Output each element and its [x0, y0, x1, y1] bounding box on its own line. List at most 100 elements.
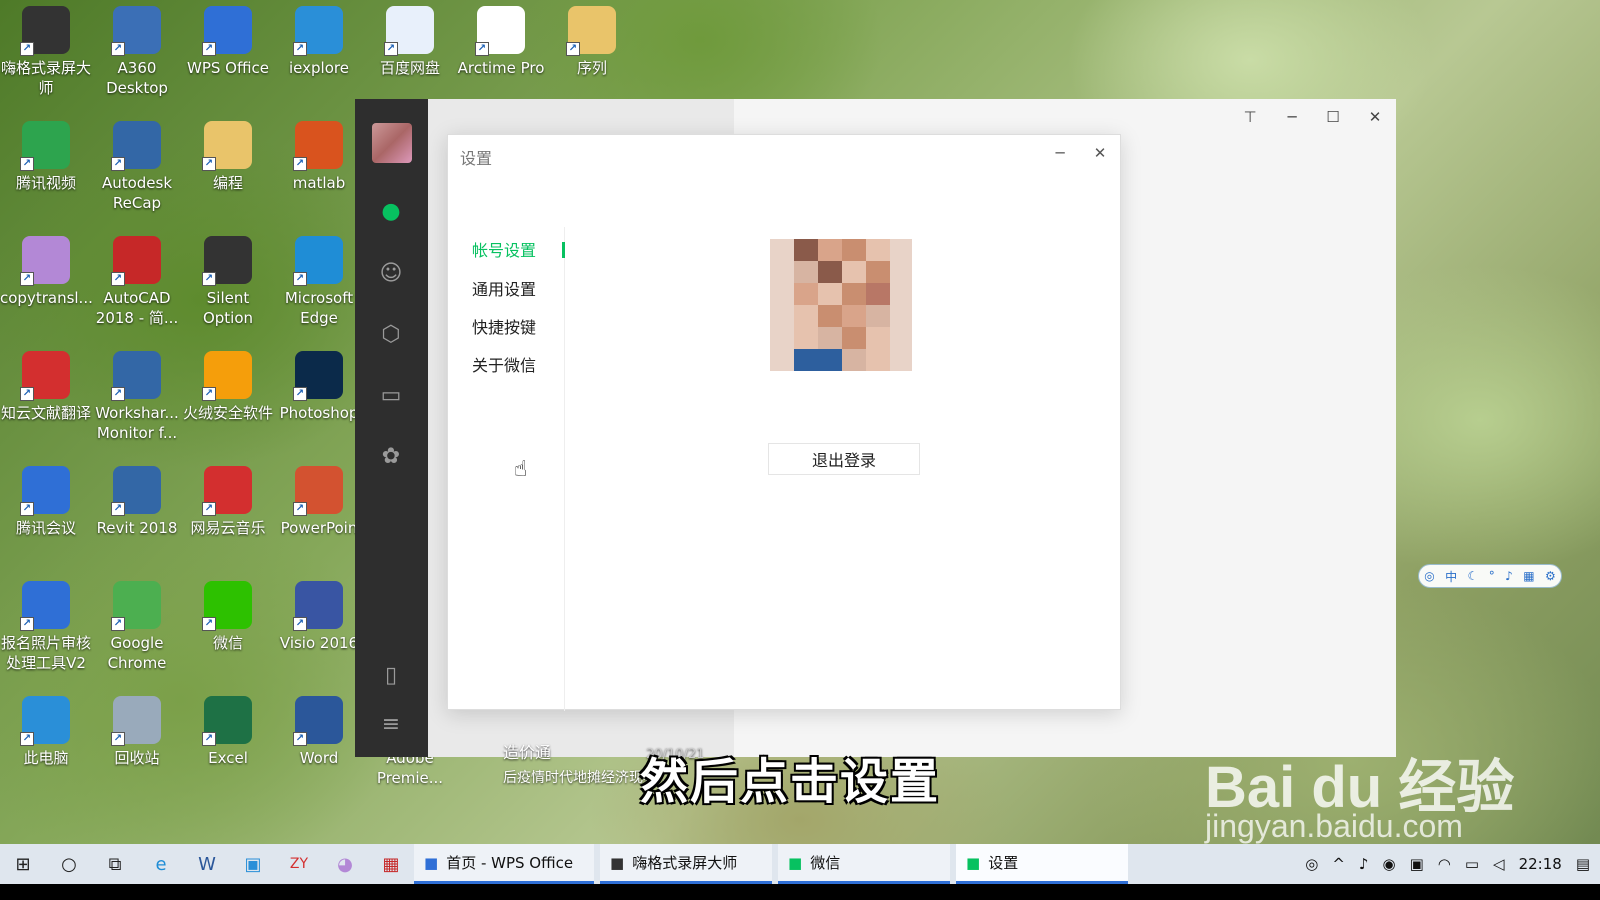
- edge-icon[interactable]: e: [138, 844, 184, 884]
- volume-icon[interactable]: ◁: [1493, 855, 1505, 873]
- system-tray: ◎ ^ ♪ ◉ ▣ ◠ ▭ ◁ 22:18 ▤: [1305, 844, 1590, 884]
- minimize-button[interactable]: ─: [1048, 143, 1072, 163]
- phone-icon[interactable]: ▯: [377, 661, 405, 689]
- desktop-icon[interactable]: ↗ 回收站: [91, 692, 183, 768]
- desktop-icon[interactable]: ↗ 网易云音乐: [182, 462, 274, 538]
- copytranslator-icon: ↗: [20, 236, 70, 286]
- desktop-icon[interactable]: ↗ AutoCAD 2018 - 简...: [91, 232, 183, 328]
- contacts-icon[interactable]: ☺: [377, 259, 405, 287]
- menu-icon[interactable]: ≡: [377, 710, 405, 738]
- ime-tray-icon[interactable]: ◎: [1305, 855, 1318, 873]
- desktop-icon[interactable]: ↗ Workshar... Monitor f...: [91, 347, 183, 443]
- desktop-icon[interactable]: ↗ Google Chrome: [91, 577, 183, 673]
- desktop-icon[interactable]: ↗ WPS Office: [182, 2, 274, 78]
- profile-pixel: [818, 261, 842, 283]
- battery-icon[interactable]: ▭: [1465, 855, 1479, 873]
- desktop-icon[interactable]: ↗ PowerPoin: [273, 462, 365, 538]
- pin-icon[interactable]: ⊤: [1236, 107, 1264, 127]
- word-icon[interactable]: W: [184, 844, 230, 884]
- notification-icon[interactable]: ▤: [1576, 855, 1590, 873]
- desktop-icon[interactable]: ↗ 百度网盘: [364, 2, 456, 78]
- desktop-icon[interactable]: ↗ Silent Option: [182, 232, 274, 328]
- desktop-icon[interactable]: ↗ Autodesk ReCap: [91, 117, 183, 213]
- desktop-icon[interactable]: ↗ Photoshop: [273, 347, 365, 423]
- close-button[interactable]: ✕: [1088, 143, 1112, 163]
- nav-about-wechat[interactable]: 关于微信: [472, 352, 536, 376]
- nav-shortcut-keys[interactable]: 快捷按键: [472, 314, 536, 338]
- copytranslator-icon[interactable]: ◕: [322, 844, 368, 884]
- microphone-icon[interactable]: ♪: [1359, 855, 1369, 873]
- chat-icon[interactable]: ●: [377, 197, 405, 225]
- search-icon[interactable]: ○: [46, 844, 92, 884]
- ime-punct-icon[interactable]: °: [1489, 569, 1495, 583]
- folder-icon[interactable]: ▭: [377, 381, 405, 409]
- desktop-icon[interactable]: ↗ matlab: [273, 117, 365, 193]
- taskbar-app-button[interactable]: ■ 首页 - WPS Office: [414, 844, 594, 884]
- shortcut-arrow-icon: ↗: [202, 272, 216, 286]
- ime-logo-icon[interactable]: ◎: [1424, 569, 1434, 583]
- display-icon[interactable]: ▣: [1410, 855, 1424, 873]
- taskbar-app-label: 设置: [988, 854, 1019, 872]
- tencent-meeting-icon: ↗: [20, 466, 70, 516]
- desktop-icon[interactable]: ↗ 编程: [182, 117, 274, 193]
- desktop-icon[interactable]: ↗ 腾讯会议: [0, 462, 92, 538]
- desktop-icon[interactable]: ↗ Microsoft Edge: [273, 232, 365, 328]
- desktop-icon[interactable]: ↗ Word: [273, 692, 365, 768]
- ime-toolbar[interactable]: ◎ 中 ☾ ° ♪ ▦ ⚙: [1418, 564, 1562, 588]
- desktop-icon[interactable]: ↗ 报名照片审核处理工具V2: [0, 577, 92, 673]
- desktop-icon[interactable]: ↗ Revit 2018: [91, 462, 183, 538]
- explorer-icon[interactable]: ▣: [230, 844, 276, 884]
- close-button[interactable]: ✕: [1361, 107, 1389, 127]
- logout-button[interactable]: 退出登录: [768, 443, 920, 475]
- taskbar-app-button[interactable]: ■ 微信: [778, 844, 950, 884]
- nav-general-settings[interactable]: 通用设置: [472, 276, 536, 300]
- profile-pixel: [842, 239, 866, 261]
- avatar[interactable]: [372, 123, 412, 163]
- wechat-icon: ↗: [202, 581, 252, 631]
- app-grid-icon[interactable]: ▦: [368, 844, 414, 884]
- desktop-icon[interactable]: ↗ iexplore: [273, 2, 365, 78]
- ime-mic-icon[interactable]: ♪: [1505, 569, 1513, 583]
- desktop-icon[interactable]: ↗ Visio 2016: [273, 577, 365, 653]
- ime-chinese-icon[interactable]: 中: [1445, 568, 1457, 585]
- autocad-icon: ↗: [111, 236, 161, 286]
- desktop-icon[interactable]: ↗ A360 Desktop: [91, 2, 183, 98]
- clock[interactable]: 22:18: [1519, 855, 1562, 873]
- favorites-icon[interactable]: ⬡: [377, 320, 405, 348]
- zhiyun-icon[interactable]: ZY: [276, 844, 322, 884]
- desktop-icon-label: Excel: [208, 749, 248, 767]
- desktop-icon[interactable]: ↗ 火绒安全软件: [182, 347, 274, 423]
- desktop-icon[interactable]: ↗ 嗨格式录屏大师: [0, 2, 92, 98]
- shortcut-arrow-icon: ↗: [293, 617, 307, 631]
- desktop-icon[interactable]: ↗ Excel: [182, 692, 274, 768]
- maximize-button[interactable]: ☐: [1319, 107, 1347, 127]
- taskbar-app-label: 首页 - WPS Office: [446, 854, 574, 872]
- shortcut-arrow-icon: ↗: [111, 157, 125, 171]
- desktop-icon[interactable]: ↗ copytransl...: [0, 232, 93, 308]
- profile-pixel: [842, 349, 866, 371]
- start-icon[interactable]: ⊞: [0, 844, 46, 884]
- desktop-icon[interactable]: ↗ Arctime Pro: [455, 2, 547, 78]
- baidu-watermark-url: jingyan.baidu.com: [1205, 808, 1463, 844]
- chevron-up-icon[interactable]: ^: [1332, 855, 1345, 873]
- wifi-icon[interactable]: ◠: [1438, 855, 1451, 873]
- moments-icon[interactable]: ✿: [377, 442, 405, 470]
- minimize-button[interactable]: ─: [1278, 107, 1306, 127]
- task-view-icon[interactable]: ⧉: [92, 844, 138, 884]
- ime-keyboard-icon[interactable]: ▦: [1523, 569, 1534, 583]
- shortcut-arrow-icon: ↗: [293, 502, 307, 516]
- visio-icon: ↗: [293, 581, 343, 631]
- taskbar-app-button[interactable]: ■ 设置: [956, 844, 1128, 884]
- desktop-icon[interactable]: ↗ 知云文献翻译: [0, 347, 92, 423]
- taskbar-app-button[interactable]: ■ 嗨格式录屏大师: [600, 844, 772, 884]
- wps-icon: ↗: [202, 6, 252, 56]
- ime-moon-icon[interactable]: ☾: [1468, 569, 1479, 583]
- nav-account-settings[interactable]: 帐号设置: [472, 237, 536, 261]
- qq-icon[interactable]: ◉: [1382, 855, 1395, 873]
- desktop-icon[interactable]: ↗ 此电脑: [0, 692, 92, 768]
- desktop-icon[interactable]: ↗ 序列: [546, 2, 638, 78]
- desktop-icon[interactable]: ↗ 腾讯视频: [0, 117, 92, 193]
- ime-settings-icon[interactable]: ⚙: [1545, 569, 1556, 583]
- wechat-icon: ■: [788, 853, 803, 872]
- desktop-icon[interactable]: ↗ 微信: [182, 577, 274, 653]
